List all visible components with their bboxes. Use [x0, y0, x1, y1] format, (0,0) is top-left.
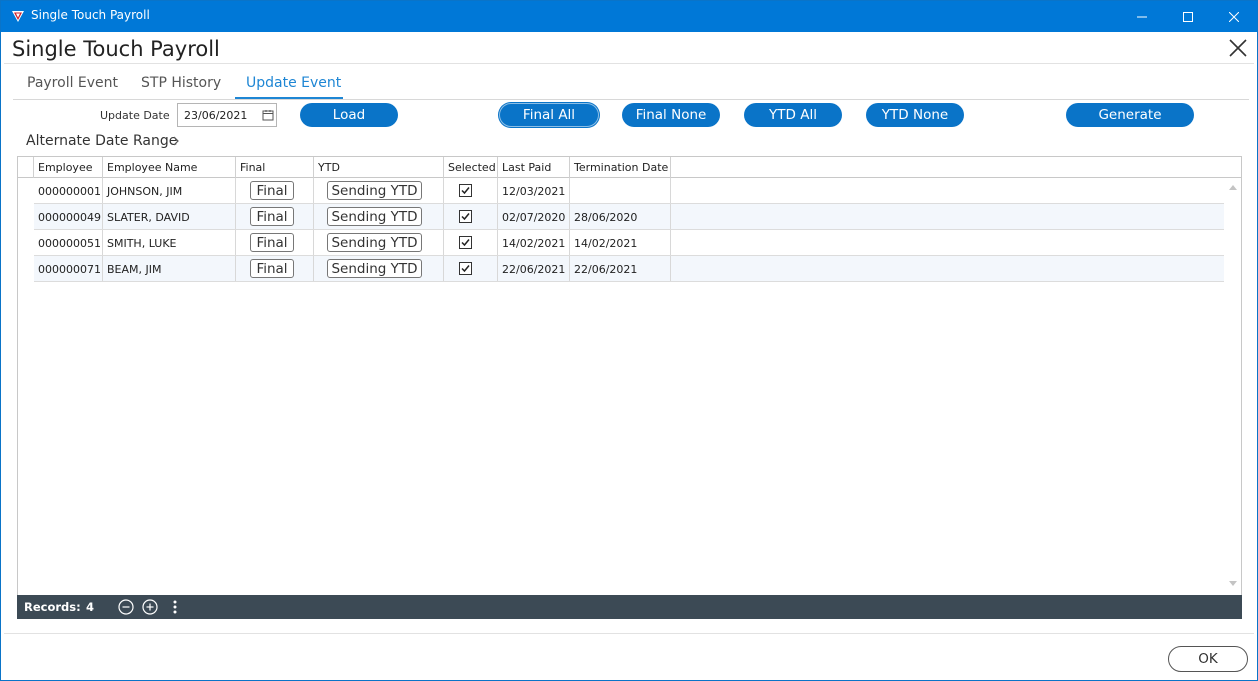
footer-divider — [4, 633, 1254, 634]
final-button[interactable]: Final — [250, 207, 294, 226]
minimize-icon — [1137, 16, 1147, 17]
grid-header: Employee Employee Name Final YTD Selecte… — [18, 157, 1241, 178]
selected-cell — [444, 204, 498, 229]
ytd-cell: Sending YTD — [314, 204, 444, 229]
final-button[interactable]: Final — [250, 259, 294, 278]
tab-stp-history[interactable]: STP History — [141, 75, 221, 91]
column-header-final[interactable]: Final — [236, 157, 314, 178]
employee-name-cell: SMITH, LUKE — [103, 230, 236, 255]
ytd-cell: Sending YTD — [314, 256, 444, 281]
maximize-button[interactable] — [1165, 1, 1211, 32]
termination-date-cell: 28/06/2020 — [570, 204, 671, 229]
checkmark-icon — [461, 187, 470, 195]
checkmark-icon — [461, 213, 470, 221]
calendar-icon[interactable] — [262, 109, 274, 121]
grid-footer-bar: Records: 4 — [17, 595, 1242, 619]
selected-checkbox[interactable] — [459, 210, 472, 223]
column-header-employee[interactable]: Employee — [34, 157, 103, 178]
last-paid-cell: 14/02/2021 — [498, 230, 570, 255]
update-date-field[interactable]: 23/06/2021 — [177, 103, 277, 127]
app-window: Single Touch Payroll Single Touch Payrol… — [0, 0, 1258, 681]
window-title: Single Touch Payroll — [31, 8, 150, 22]
column-header-last-paid[interactable]: Last Paid — [498, 157, 570, 178]
tab-payroll-event[interactable]: Payroll Event — [27, 75, 118, 91]
tab-strip: Payroll Event STP History Update Event — [13, 69, 1249, 100]
checkmark-icon — [461, 265, 470, 273]
ytd-cell: Sending YTD — [314, 178, 444, 203]
employee-cell: 000000001 — [34, 178, 103, 203]
grid-vertical-scrollbar[interactable] — [1225, 178, 1241, 595]
records-label: Records: — [24, 600, 81, 614]
table-row[interactable]: 000000001 JOHNSON, JIM Final Sending YTD… — [34, 178, 1224, 204]
employee-name-cell: SLATER, DAVID — [103, 204, 236, 229]
employee-name-cell: JOHNSON, JIM — [103, 178, 236, 203]
termination-date-cell — [570, 178, 671, 203]
app-logo-icon — [12, 11, 24, 22]
employee-name-cell: BEAM, JIM — [103, 256, 236, 281]
remove-record-icon[interactable] — [118, 599, 134, 615]
row-indicator-header — [18, 157, 34, 178]
column-header-selected[interactable]: Selected — [444, 157, 498, 178]
dialog-close-icon[interactable] — [1227, 37, 1249, 59]
chevron-right-icon[interactable] — [172, 136, 180, 146]
sending-ytd-button[interactable]: Sending YTD — [327, 259, 422, 278]
last-paid-cell: 12/03/2021 — [498, 178, 570, 203]
checkmark-icon — [461, 239, 470, 247]
final-cell: Final — [236, 230, 314, 255]
generate-button[interactable]: Generate — [1066, 103, 1194, 127]
selected-checkbox[interactable] — [459, 184, 472, 197]
window-close-button[interactable] — [1211, 1, 1257, 32]
employee-cell: 000000071 — [34, 256, 103, 281]
maximize-icon — [1183, 11, 1193, 22]
more-options-icon[interactable] — [167, 599, 183, 615]
ytd-cell: Sending YTD — [314, 230, 444, 255]
final-none-button[interactable]: Final None — [622, 103, 720, 127]
sending-ytd-button[interactable]: Sending YTD — [327, 181, 422, 200]
termination-date-cell: 22/06/2021 — [570, 256, 671, 281]
final-cell: Final — [236, 256, 314, 281]
table-row[interactable]: 000000051 SMITH, LUKE Final Sending YTD … — [34, 230, 1224, 256]
scroll-down-icon[interactable] — [1229, 581, 1237, 587]
final-cell: Final — [236, 204, 314, 229]
selected-checkbox[interactable] — [459, 236, 472, 249]
update-date-label: Update Date — [100, 109, 170, 122]
load-button[interactable]: Load — [300, 103, 398, 127]
selected-checkbox[interactable] — [459, 262, 472, 275]
last-paid-cell: 02/07/2020 — [498, 204, 570, 229]
final-button[interactable]: Final — [250, 181, 294, 200]
column-header-employee-name[interactable]: Employee Name — [103, 157, 236, 178]
ytd-none-button[interactable]: YTD None — [866, 103, 964, 127]
alternate-date-range-toggle[interactable]: Alternate Date Range — [26, 133, 177, 149]
active-tab-indicator — [235, 97, 343, 99]
close-icon — [1229, 11, 1239, 22]
dialog-title: Single Touch Payroll — [12, 37, 220, 61]
title-bar[interactable]: Single Touch Payroll — [1, 1, 1257, 32]
column-header-ytd[interactable]: YTD — [314, 157, 444, 178]
table-row[interactable]: 000000071 BEAM, JIM Final Sending YTD 22… — [34, 256, 1224, 282]
selected-cell — [444, 256, 498, 281]
header-divider — [4, 63, 1254, 64]
scroll-up-icon[interactable] — [1229, 184, 1237, 190]
ytd-all-button[interactable]: YTD All — [744, 103, 842, 127]
employee-cell: 000000049 — [34, 204, 103, 229]
tab-update-event[interactable]: Update Event — [246, 75, 341, 91]
final-all-button[interactable]: Final All — [499, 103, 599, 127]
employee-grid: Employee Employee Name Final YTD Selecte… — [17, 156, 1242, 596]
add-record-icon[interactable] — [142, 599, 158, 615]
last-paid-cell: 22/06/2021 — [498, 256, 570, 281]
termination-date-cell: 14/02/2021 — [570, 230, 671, 255]
records-count: 4 — [86, 600, 95, 614]
final-cell: Final — [236, 178, 314, 203]
final-button[interactable]: Final — [250, 233, 294, 252]
sending-ytd-button[interactable]: Sending YTD — [327, 233, 422, 252]
column-header-termination-date[interactable]: Termination Date — [570, 157, 671, 178]
update-date-value: 23/06/2021 — [184, 109, 248, 122]
table-row[interactable]: 000000049 SLATER, DAVID Final Sending YT… — [34, 204, 1224, 230]
ok-button[interactable]: OK — [1168, 646, 1248, 672]
employee-cell: 000000051 — [34, 230, 103, 255]
selected-cell — [444, 178, 498, 203]
minimize-button[interactable] — [1119, 1, 1165, 32]
sending-ytd-button[interactable]: Sending YTD — [327, 207, 422, 226]
selected-cell — [444, 230, 498, 255]
